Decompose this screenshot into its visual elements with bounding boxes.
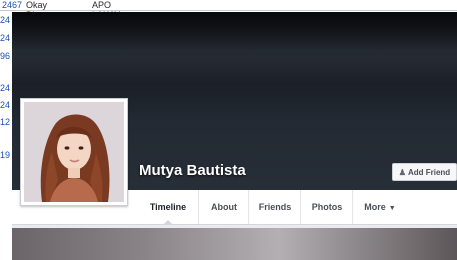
tab-more[interactable]: More ▼ — [352, 190, 407, 224]
window-edge — [0, 220, 12, 260]
tab-label: Timeline — [149, 202, 187, 212]
row-id-fragment[interactable]: 19 — [0, 150, 10, 160]
row-id[interactable]: 2467 — [2, 0, 22, 10]
tab-label: More — [364, 202, 386, 212]
profile-picture[interactable] — [24, 102, 124, 202]
tab-label: About — [211, 202, 237, 212]
row-id-fragment[interactable]: 96 — [0, 51, 10, 61]
tab-label: Friends — [258, 202, 292, 212]
person-add-icon: ♟ — [398, 168, 406, 177]
avatar-portrait-icon — [24, 102, 124, 202]
add-friend-button[interactable]: ♟ Add Friend — [392, 163, 457, 181]
tab-label: Photos — [311, 202, 343, 212]
tab-timeline[interactable]: Timeline — [138, 190, 198, 225]
row-id-fragment[interactable]: 24 — [0, 15, 10, 25]
row-divider — [0, 10, 457, 11]
tab-about[interactable]: About — [198, 190, 249, 224]
facebook-profile-window: Timeline About Friends Photos More ▼ Mut… — [12, 12, 457, 260]
tab-photos[interactable]: Photos — [300, 190, 353, 224]
timeline-content-preview — [12, 228, 457, 260]
row-id-fragment[interactable]: 24 — [0, 83, 10, 93]
chevron-down-icon: ▼ — [388, 205, 396, 212]
row-id-fragment[interactable]: 24 — [0, 100, 10, 110]
profile-picture-frame[interactable] — [20, 98, 128, 206]
row-id-fragment[interactable]: 24 — [0, 33, 10, 43]
tab-friends[interactable]: Friends — [248, 190, 301, 224]
profile-name[interactable]: Mutya Bautista — [139, 162, 246, 179]
cover-shadow — [12, 12, 457, 62]
add-friend-label: Add Friend — [407, 168, 451, 177]
row-id-fragment[interactable]: 12 — [0, 117, 10, 127]
